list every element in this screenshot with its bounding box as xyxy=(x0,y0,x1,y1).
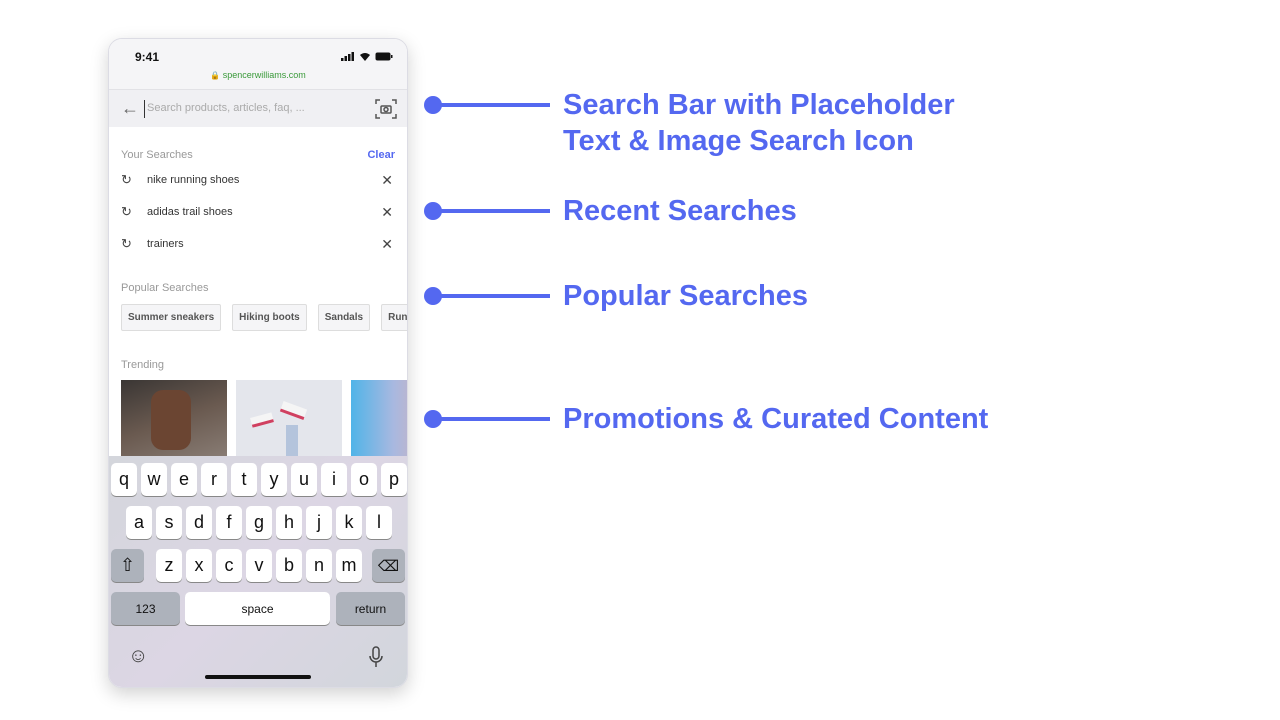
space-key[interactable]: space xyxy=(185,592,330,625)
remove-icon[interactable]: ✕ xyxy=(381,236,393,253)
your-searches-label: Your Searches xyxy=(121,149,193,161)
key-r[interactable]: r xyxy=(201,463,227,496)
key-v[interactable]: v xyxy=(246,549,272,582)
search-bar: ← xyxy=(109,89,407,127)
history-icon: ↻ xyxy=(121,236,132,251)
recent-search-item[interactable]: ↻ nike running shoes ✕ xyxy=(121,170,393,190)
callout-line xyxy=(440,209,550,213)
key-o[interactable]: o xyxy=(351,463,377,496)
popular-searches-label: Popular Searches xyxy=(121,282,209,294)
key-u[interactable]: u xyxy=(291,463,317,496)
key-t[interactable]: t xyxy=(231,463,257,496)
emoji-icon[interactable]: ☺ xyxy=(128,645,148,668)
numbers-key[interactable]: 123 xyxy=(111,592,180,625)
image-search-camera-icon[interactable] xyxy=(375,98,397,120)
battery-icon xyxy=(375,52,393,61)
url-bar[interactable]: 🔒 spencerwilliams.com xyxy=(109,70,407,80)
shift-icon: ⇧ xyxy=(119,555,136,575)
search-input[interactable] xyxy=(147,102,347,114)
key-w[interactable]: w xyxy=(141,463,167,496)
key-a[interactable]: a xyxy=(126,506,152,539)
keyboard: q w e r t y u i o p a s d f g h j k l ⇧ z x c v b n m ⌫ 123 space retu… xyxy=(109,456,407,687)
callout-line xyxy=(440,103,550,107)
popular-chips: Summer sneakers Hiking boots Sandals Run… xyxy=(121,304,407,331)
back-arrow-icon[interactable]: ← xyxy=(121,98,139,119)
recent-search-item[interactable]: ↻ trainers ✕ xyxy=(121,234,393,254)
history-icon: ↻ xyxy=(121,172,132,187)
key-z[interactable]: z xyxy=(156,549,182,582)
chip[interactable]: Summer sneakers xyxy=(121,304,222,331)
home-indicator[interactable] xyxy=(205,675,311,679)
annotation-search-bar: Search Bar with Placeholder Text & Image… xyxy=(424,89,955,157)
key-h[interactable]: h xyxy=(276,506,302,539)
chip[interactable]: Sandals xyxy=(317,304,371,331)
annotation-popular-searches: Popular Searches xyxy=(424,280,808,312)
key-x[interactable]: x xyxy=(186,549,212,582)
remove-icon[interactable]: ✕ xyxy=(381,172,393,189)
annotation-recent-searches: Recent Searches xyxy=(424,195,797,227)
key-d[interactable]: d xyxy=(186,506,212,539)
shift-key[interactable]: ⇧ xyxy=(111,549,144,582)
backspace-icon: ⌫ xyxy=(377,557,400,575)
key-q[interactable]: q xyxy=(111,463,137,496)
trending-image-sneakers[interactable] xyxy=(236,380,342,460)
key-s[interactable]: s xyxy=(156,506,182,539)
key-k[interactable]: k xyxy=(336,506,362,539)
callout-line xyxy=(440,417,550,421)
microphone-icon[interactable] xyxy=(369,646,383,673)
key-f[interactable]: f xyxy=(216,506,242,539)
trending-image-runner[interactable] xyxy=(121,380,227,460)
phone-mockup: 9:41 🔒 spencerwilliams.com ← Your Search… xyxy=(108,38,408,688)
signal-icon xyxy=(341,52,354,61)
key-y[interactable]: y xyxy=(261,463,287,496)
clear-button[interactable]: Clear xyxy=(367,149,395,161)
key-j[interactable]: j xyxy=(306,506,332,539)
wifi-icon xyxy=(360,53,370,61)
lock-icon: 🔒 xyxy=(210,71,221,80)
status-icons xyxy=(341,52,393,61)
key-m[interactable]: m xyxy=(336,549,362,582)
key-e[interactable]: e xyxy=(171,463,197,496)
callout-line xyxy=(440,294,550,298)
delete-key[interactable]: ⌫ xyxy=(372,549,405,582)
chip[interactable]: Hiking boots xyxy=(232,304,307,331)
chip[interactable]: Running shoes xyxy=(381,304,407,331)
key-c[interactable]: c xyxy=(216,549,242,582)
trending-label: Trending xyxy=(121,359,165,371)
trending-image-apparel[interactable] xyxy=(351,380,407,460)
return-key[interactable]: return xyxy=(336,592,405,625)
key-i[interactable]: i xyxy=(321,463,347,496)
history-icon: ↻ xyxy=(121,204,132,219)
recent-search-item[interactable]: ↻ adidas trail shoes ✕ xyxy=(121,202,393,222)
key-l[interactable]: l xyxy=(366,506,392,539)
text-cursor xyxy=(144,100,145,118)
clock: 9:41 xyxy=(135,50,160,64)
status-bar: 9:41 🔒 spencerwilliams.com xyxy=(109,39,407,89)
key-p[interactable]: p xyxy=(381,463,407,496)
remove-icon[interactable]: ✕ xyxy=(381,204,393,221)
key-g[interactable]: g xyxy=(246,506,272,539)
key-n[interactable]: n xyxy=(306,549,332,582)
annotation-promotions: Promotions & Curated Content xyxy=(424,403,988,435)
key-b[interactable]: b xyxy=(276,549,302,582)
